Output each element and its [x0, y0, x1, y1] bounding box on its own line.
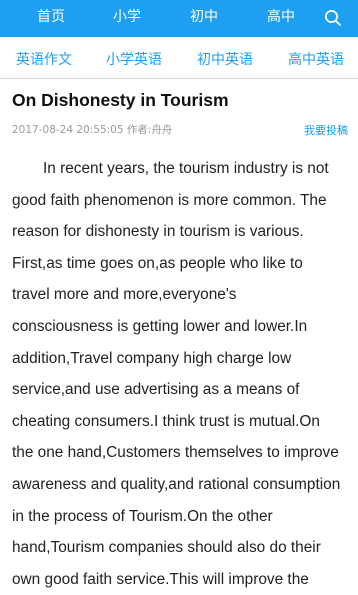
- submit-article-link[interactable]: 我要投稿: [304, 122, 348, 138]
- article-line: First,as time goes on,as people who like…: [12, 254, 303, 272]
- article-line: awareness and quality,and rational consu…: [12, 475, 341, 493]
- article-line: reason for dishonesty in tourism is vari…: [12, 223, 304, 241]
- search-icon[interactable]: [324, 9, 342, 27]
- nav-junior-high[interactable]: 初中: [179, 0, 229, 37]
- article-line: consciousness is getting lower and lower…: [12, 317, 308, 335]
- article-line: addition,Travel company high charge low: [12, 349, 292, 367]
- top-nav-bar: 首页 小学 初中 高中: [0, 0, 358, 37]
- article-line: hand,Tourism companies should also do th…: [12, 539, 321, 557]
- nav-primary-school[interactable]: 小学: [102, 0, 152, 37]
- tab-primary-english[interactable]: 小学英语: [94, 37, 174, 79]
- tab-junior-english[interactable]: 初中英语: [185, 37, 265, 79]
- article-title: On Dishonesty in Tourism: [12, 90, 229, 110]
- article-meta: 2017-08-24 20:55:05 作者:舟舟: [12, 124, 173, 136]
- tab-senior-english[interactable]: 高中英语: [276, 37, 356, 79]
- article-line: In recent years, the tourism industry is…: [43, 160, 329, 177]
- article-line: the one hand,Customers themselves to imp…: [12, 444, 339, 462]
- article-line: in the process of Tourism.On the other: [12, 507, 273, 525]
- article-line: own good faith service.This will improve…: [12, 570, 309, 588]
- article-line: travel more and more,everyone's: [12, 286, 237, 304]
- article-line: cheating consumers.I think trust is mutu…: [12, 412, 320, 430]
- article-line: service,and use advertising as a means o…: [12, 381, 300, 399]
- nav-home[interactable]: 首页: [26, 0, 76, 37]
- article-body: In recent years, the tourism industry is…: [12, 153, 356, 595]
- article-line: good faith phenomenon is more common. Th…: [12, 191, 327, 209]
- tab-english-essay[interactable]: 英语作文: [4, 37, 84, 79]
- nav-senior-high[interactable]: 高中: [256, 0, 306, 37]
- category-nav: 英语作文 小学英语 初中英语 高中英语: [0, 37, 358, 79]
